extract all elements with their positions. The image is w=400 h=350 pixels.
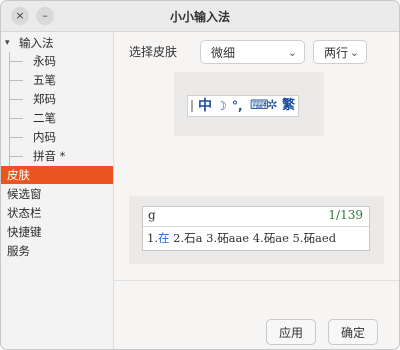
ok-button[interactable]: 确定 — [328, 319, 378, 345]
skin-select-value: 微细 — [211, 46, 236, 60]
input-code: g — [148, 208, 156, 222]
sidebar-item-label: 二笔 — [33, 111, 56, 125]
candidate-window: g 1/139 1.在 2.石a 3.砳aae 4.砳ae 5.砳aed — [142, 206, 370, 251]
candidate-list: 1.在 2.石a 3.砳aae 4.砳ae 5.砳aed — [147, 230, 336, 246]
candidate-preview: g 1/139 1.在 2.石a 3.砳aae 4.砳ae 5.砳aed — [129, 196, 384, 264]
divider — [114, 280, 399, 281]
chevron-down-icon: ⌄ — [287, 46, 297, 59]
sidebar-item-label: 内码 — [33, 130, 56, 144]
sidebar-item-label: 拼音 * — [33, 149, 66, 163]
layout-select[interactable]: 两行 ⌄ — [313, 40, 367, 64]
sidebar-item-shortcuts[interactable]: 快捷键 — [1, 223, 113, 241]
skin-settings-panel: 选择皮肤 微细 ⌄ 两行 ⌄ 中 ☽ °, ⌨ ✲ 繁 g 1/139 1.在 … — [114, 32, 399, 349]
candidate-first: 1.在 — [147, 231, 170, 245]
sidebar-item-skin[interactable]: 皮肤 — [1, 166, 113, 184]
choose-skin-label: 选择皮肤 — [129, 45, 178, 59]
chevron-down-icon[interactable]: ▾ — [5, 34, 10, 52]
title-bar: × – 小小输入法 — [1, 1, 399, 32]
sidebar-item-label: 郑码 — [33, 92, 56, 106]
page-indicator: 1/139 — [328, 208, 363, 222]
sidebar-item-label: 五笔 — [33, 73, 56, 87]
sidebar: ▾ 输入法 永码 五笔 郑码 二笔 内码 拼音 * 皮肤 候选窗 状态栏 快捷键… — [1, 32, 114, 349]
sidebar-item-yongma[interactable]: 永码 — [1, 52, 113, 70]
sidebar-item-service[interactable]: 服务 — [1, 242, 113, 260]
chevron-down-icon: ⌄ — [349, 46, 359, 59]
traditional-icon: 繁 — [282, 98, 296, 113]
gear-icon: ✲ — [267, 98, 278, 113]
chinese-mode-icon: 中 — [198, 98, 212, 114]
candidate-rest: 2.石a 3.砳aae 4.砳ae 5.砳aed — [173, 231, 337, 245]
punctuation-icon: °, — [232, 99, 243, 113]
sidebar-item-label: 皮肤 — [7, 168, 30, 182]
sidebar-item-label: 服务 — [7, 244, 30, 258]
sidebar-item-wubi[interactable]: 五笔 — [1, 71, 113, 89]
moon-icon: ☽ — [216, 99, 227, 113]
highlighted-candidate: 在 — [157, 231, 170, 245]
settings-window: × – 小小输入法 ▾ 输入法 永码 五笔 郑码 二笔 内码 拼音 * 皮肤 候… — [0, 0, 400, 350]
sidebar-item-pinyin[interactable]: 拼音 * — [1, 147, 113, 165]
status-toolbar: 中 ☽ °, ⌨ ✲ 繁 — [187, 95, 299, 117]
sidebar-group-label: 输入法 — [19, 36, 54, 50]
sidebar-item-label: 永码 — [33, 54, 56, 68]
toolbar-preview: 中 ☽ °, ⌨ ✲ 繁 — [174, 72, 324, 136]
apply-button[interactable]: 应用 — [266, 319, 316, 345]
sidebar-item-zhengma[interactable]: 郑码 — [1, 90, 113, 108]
sidebar-item-neima[interactable]: 内码 — [1, 128, 113, 146]
candidate-header: g 1/139 — [143, 207, 369, 227]
sidebar-item-erbi[interactable]: 二笔 — [1, 109, 113, 127]
sidebar-item-candidate-window[interactable]: 候选窗 — [1, 185, 113, 203]
sidebar-item-label: 候选窗 — [7, 187, 42, 201]
drag-handle — [191, 100, 193, 112]
skin-select[interactable]: 微细 ⌄ — [200, 40, 305, 64]
layout-select-value: 两行 — [324, 46, 349, 60]
sidebar-item-label: 状态栏 — [7, 206, 42, 220]
sidebar-group-input-methods[interactable]: ▾ 输入法 — [1, 34, 113, 52]
sidebar-item-label: 快捷键 — [7, 225, 42, 239]
keyboard-icon: ⌨ — [250, 98, 269, 113]
window-title: 小小输入法 — [169, 10, 230, 24]
sidebar-item-status-bar[interactable]: 状态栏 — [1, 204, 113, 222]
